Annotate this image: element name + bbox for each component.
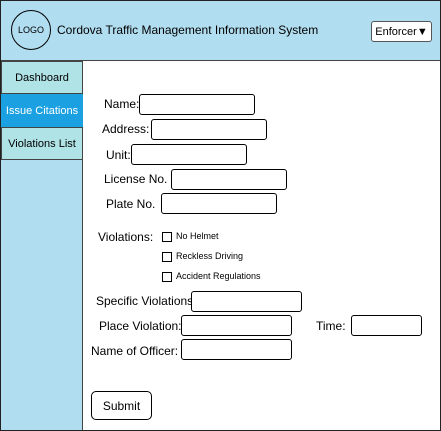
sidebar-item-dashboard[interactable]: Dashboard [1,61,83,94]
address-field[interactable] [151,119,267,140]
no-helmet-checkbox[interactable] [162,232,172,242]
license-field[interactable] [171,169,287,190]
unit-field[interactable] [131,144,247,165]
logo: LOGO [11,10,51,50]
name-field[interactable] [139,94,255,115]
time-field[interactable] [351,315,422,336]
submit-button[interactable]: Submit [91,391,152,420]
unit-label: Unit: [106,148,131,162]
accident-regulations-checkbox[interactable] [162,272,172,282]
citation-form: Name: Address: Unit: License No. Plate N… [84,62,440,430]
specific-violations-field[interactable] [191,291,302,312]
reckless-driving-label: Reckless Driving [176,251,244,261]
reckless-driving-checkbox[interactable] [162,252,172,262]
sidebar-item-label: Dashboard [15,71,69,84]
specific-violations-label: Specific Violations: [96,294,197,308]
officer-field[interactable] [181,339,292,360]
officer-label: Name of Officer: [91,344,179,358]
sidebar: Dashboard Issue Citations Violations Lis… [1,61,83,430]
app-title: Cordova Traffic Management Information S… [57,23,319,37]
address-label: Address: [102,122,150,136]
sidebar-item-label: Violations List [8,137,76,150]
name-label: Name: [104,97,140,111]
plate-field[interactable] [161,193,277,214]
app-window: LOGO Cordova Traffic Management Informat… [0,0,441,431]
no-helmet-label: No Helmet [176,231,219,241]
sidebar-item-issue-citations[interactable]: Issue Citations [1,94,83,127]
time-label: Time: [316,319,346,333]
header-bar: LOGO Cordova Traffic Management Informat… [1,1,440,61]
place-violation-label: Place Violation: [99,319,182,333]
license-label: License No. [104,172,168,186]
sidebar-item-label: Issue Citations [5,104,79,117]
violations-label: Violations: [98,230,154,244]
plate-label: Plate No. [106,197,156,211]
sidebar-item-violations-list[interactable]: Violations List [1,127,83,160]
accident-regulations-label: Accident Regulations [176,271,261,281]
logo-text: LOGO [17,25,44,35]
role-dropdown[interactable]: Enforcer▼ [371,21,432,42]
place-violation-field[interactable] [181,315,292,336]
